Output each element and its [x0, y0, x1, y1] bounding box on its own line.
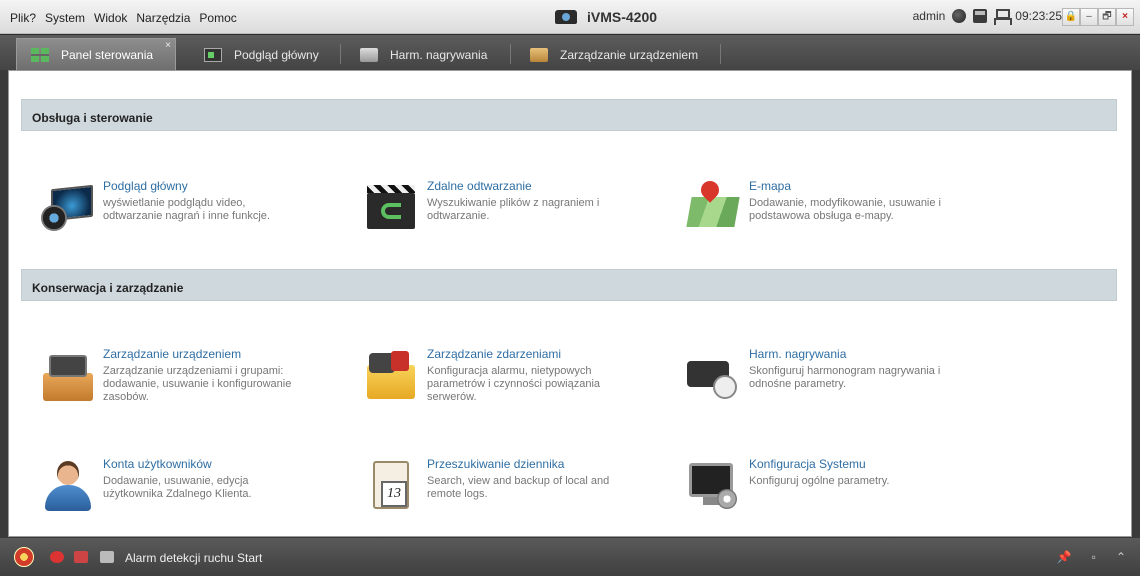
- map-pin-icon: [685, 177, 741, 235]
- item-description: Dodawanie, usuwanie, edycja użytkownika …: [103, 475, 252, 500]
- control-panel-icon: [31, 48, 49, 62]
- tab-label: Zarządzanie urządzeniem: [560, 47, 699, 62]
- status-area: admin 09:23:25: [912, 9, 1062, 25]
- item-description: Konfiguracja alarmu, nietypowych paramet…: [427, 365, 601, 403]
- event-folder-icon: [363, 347, 419, 403]
- alarm-camera-icon[interactable]: [74, 551, 88, 563]
- log-calendar-icon: 13: [363, 457, 419, 513]
- item-user-accounts[interactable]: Konta użytkowników Dodawanie, usuwanie, …: [39, 457, 303, 513]
- title-bar: Plik? System Widok Narzędzia Pomoc iVMS-…: [0, 0, 1140, 34]
- user-icon: [39, 457, 95, 513]
- status-bar: Alarm detekcji ruchu Start 📌 ▫ ⌃: [0, 538, 1140, 576]
- tab-label: Podgląd główny: [234, 47, 319, 62]
- item-title[interactable]: Przeszukiwanie dziennika: [427, 457, 627, 471]
- clock-time: 09:23:25: [1015, 9, 1062, 23]
- app-title: iVMS-4200: [587, 9, 658, 25]
- calendar-day: 13: [381, 481, 407, 507]
- item-title[interactable]: Konta użytkowników: [103, 457, 303, 471]
- monitor-gear-icon: [685, 457, 741, 513]
- section-header-operation: Obsługa i sterowanie: [21, 99, 1117, 131]
- video-camera-clock-icon: [685, 347, 741, 403]
- tab-separator: [340, 44, 341, 64]
- alarm-message: Alarm detekcji ruchu Start: [125, 551, 263, 565]
- camera-logo-icon: [555, 10, 577, 24]
- tab-separator: [720, 44, 721, 64]
- item-title[interactable]: Zarządzanie urządzeniem: [103, 347, 303, 361]
- control-panel-content: Obsługa i sterowanie Podgląd główny wyśw…: [8, 70, 1132, 537]
- item-title[interactable]: Zarządzanie zdarzeniami: [427, 347, 627, 361]
- tab-main-view[interactable]: Podgląd główny: [190, 38, 333, 71]
- monitor-camera-icon: [39, 179, 95, 235]
- restore-panel-icon[interactable]: ▫: [1092, 550, 1096, 564]
- lock-button[interactable]: 🔒: [1062, 8, 1080, 26]
- app-title-area: iVMS-4200: [555, 9, 657, 25]
- item-title[interactable]: Zdalne odtwarzanie: [427, 179, 627, 193]
- speaker-icon[interactable]: [100, 551, 114, 563]
- item-description: Zarządzanie urządzeniami i grupami: doda…: [103, 365, 292, 403]
- camera-icon: [360, 47, 378, 62]
- item-title[interactable]: Konfiguracja Systemu: [749, 457, 949, 471]
- device-box-icon: [39, 347, 95, 403]
- tab-label: Panel sterowania: [61, 48, 154, 62]
- item-description: Search, view and backup of local and rem…: [427, 475, 610, 500]
- globe-icon[interactable]: [952, 9, 967, 23]
- statusbar-controls: 📌 ▫ ⌃: [1057, 550, 1126, 564]
- item-description: Skonfiguruj harmonogram nagrywania i odn…: [749, 365, 941, 390]
- alarm-sound-icon[interactable]: [50, 551, 64, 563]
- item-log-search[interactable]: 13 Przeszukiwanie dziennika Search, view…: [363, 457, 627, 513]
- menu-item-view[interactable]: Widok: [94, 11, 127, 25]
- tab-bar: Panel sterowania × Podgląd główny Harm. …: [0, 34, 1140, 71]
- item-title[interactable]: Harm. nagrywania: [749, 347, 949, 361]
- device-icon: [530, 47, 548, 62]
- collapse-icon[interactable]: ⌃: [1116, 550, 1126, 564]
- item-remote-playback[interactable]: Zdalne odtwarzanie Wyszukiwanie plików z…: [363, 179, 627, 235]
- tab-control-panel[interactable]: Panel sterowania ×: [16, 38, 176, 71]
- tab-separator: [510, 44, 511, 64]
- pin-icon[interactable]: 📌: [1057, 550, 1072, 564]
- item-description: Wyszukiwanie plików z nagraniem i odtwar…: [427, 197, 600, 222]
- item-system-config[interactable]: Konfiguracja Systemu Konfiguruj ogólne p…: [685, 457, 949, 513]
- window-controls: 🔒 – 🗗 ×: [1062, 8, 1134, 26]
- menu-item-tools[interactable]: Narzędzia: [136, 11, 190, 25]
- section-header-maintenance: Konserwacja i zarządzanie: [21, 269, 1117, 301]
- clapperboard-icon: [363, 179, 419, 235]
- alarm-icon[interactable]: [14, 547, 34, 567]
- tab-device-management[interactable]: Zarządzanie urządzeniem: [516, 38, 712, 71]
- item-title[interactable]: E-mapa: [749, 179, 949, 193]
- menu-item-help[interactable]: Pomoc: [199, 11, 236, 25]
- item-emap[interactable]: E-mapa Dodawanie, modyfikowanie, usuwani…: [685, 177, 949, 235]
- item-event-management[interactable]: Zarządzanie zdarzeniami Konfiguracja ala…: [363, 347, 627, 404]
- item-device-management[interactable]: Zarządzanie urządzeniem Zarządzanie urzą…: [39, 347, 303, 404]
- item-record-schedule[interactable]: Harm. nagrywania Skonfiguruj harmonogram…: [685, 347, 949, 403]
- network-icon[interactable]: [994, 9, 1013, 25]
- close-button[interactable]: ×: [1116, 8, 1134, 26]
- item-description: Konfiguruj ogólne parametry.: [749, 475, 890, 487]
- calculator-icon[interactable]: [973, 9, 988, 23]
- minimize-button[interactable]: –: [1080, 8, 1098, 26]
- tab-record-schedule[interactable]: Harm. nagrywania: [346, 38, 501, 71]
- item-main-view[interactable]: Podgląd główny wyświetlanie podglądu vid…: [39, 179, 303, 235]
- item-description: wyświetlanie podglądu video, odtwarzanie…: [103, 197, 270, 222]
- menu-bar: Plik? System Widok Narzędzia Pomoc: [10, 11, 237, 25]
- tab-close-icon[interactable]: ×: [165, 40, 171, 51]
- user-name: admin: [912, 9, 946, 23]
- menu-item-file[interactable]: Plik?: [10, 11, 36, 25]
- main-view-icon: [204, 47, 222, 62]
- restore-button[interactable]: 🗗: [1098, 8, 1116, 26]
- tab-label: Harm. nagrywania: [390, 47, 488, 62]
- item-description: Dodawanie, modyfikowanie, usuwanie i pod…: [749, 197, 941, 222]
- item-title[interactable]: Podgląd główny: [103, 179, 303, 193]
- menu-item-system[interactable]: System: [45, 11, 85, 25]
